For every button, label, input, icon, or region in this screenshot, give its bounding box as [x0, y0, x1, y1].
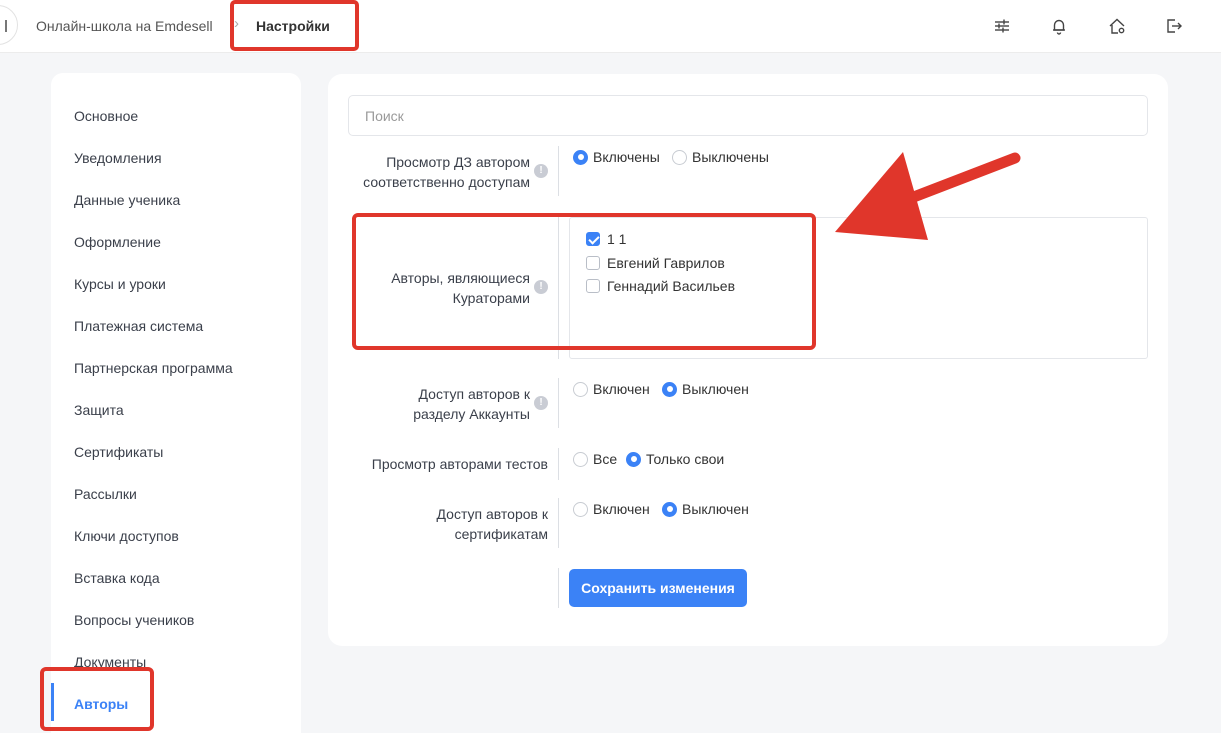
sidebar-item-basic[interactable]: Основное — [74, 108, 138, 124]
option-label: Выключены — [692, 149, 769, 165]
certificates-access-option-on[interactable]: Включен — [573, 501, 650, 517]
sidebar-item-payments[interactable]: Платежная система — [74, 318, 203, 334]
save-button[interactable]: Сохранить изменения — [569, 569, 747, 607]
sidebar-item-student-questions[interactable]: Вопросы учеников — [74, 612, 194, 628]
accounts-access-label: Доступ авторов к разделу Аккаунты — [413, 386, 530, 422]
sidebar-item-courses[interactable]: Курсы и уроки — [74, 276, 166, 292]
divider — [558, 448, 559, 480]
radio-selected[interactable] — [662, 501, 677, 517]
menu-toggle-button[interactable] — [0, 5, 18, 45]
search-input[interactable] — [348, 95, 1148, 136]
radio-selected[interactable] — [662, 381, 677, 397]
radio-unselected[interactable] — [672, 149, 687, 165]
hw-view-option-on[interactable]: Включены — [573, 149, 660, 165]
sidebar-item-affiliate[interactable]: Партнерская программа — [74, 360, 233, 376]
sidebar-item-code-insert[interactable]: Вставка кода — [74, 570, 160, 586]
divider — [558, 146, 559, 196]
accounts-access-option-on[interactable]: Включен — [573, 381, 650, 397]
sidebar-item-protection[interactable]: Защита — [74, 402, 124, 418]
radio-unselected[interactable] — [573, 381, 588, 397]
option-label: Только свои — [646, 451, 725, 467]
sidebar-item-notifications[interactable]: Уведомления — [74, 150, 162, 166]
option-label: Включен — [593, 381, 650, 397]
tests-view-option-all[interactable]: Все — [573, 451, 617, 467]
radio-unselected[interactable] — [573, 501, 588, 517]
breadcrumb-root[interactable]: Онлайн-школа на Emdesell — [36, 18, 213, 34]
sidebar-item-certificates[interactable]: Сертификаты — [74, 444, 163, 460]
sidebar-item-mailings[interactable]: Рассылки — [74, 486, 137, 502]
hw-view-option-off[interactable]: Выключены — [672, 149, 769, 165]
bell-icon[interactable] — [1049, 16, 1069, 36]
settings-sliders-icon[interactable] — [992, 16, 1012, 36]
radio-selected[interactable] — [626, 451, 641, 467]
divider — [558, 498, 559, 548]
certificates-access-option-off[interactable]: Выключен — [662, 501, 749, 517]
tests-view-label: Просмотр авторами тестов — [371, 456, 548, 472]
authors-highlight-frame — [40, 667, 154, 731]
home-settings-icon[interactable] — [1107, 16, 1127, 36]
settings-sidebar: Основное Уведомления Данные ученика Офор… — [51, 73, 301, 733]
option-label: Все — [593, 451, 618, 467]
hw-view-label: Просмотр ДЗ автором соответственно досту… — [363, 154, 530, 190]
option-label: Включены — [593, 149, 660, 165]
title-highlight-frame — [230, 0, 359, 51]
option-label: Выключен — [682, 381, 749, 397]
sidebar-item-design[interactable]: Оформление — [74, 234, 161, 250]
logout-icon[interactable] — [1164, 16, 1184, 36]
curators-highlight-frame — [352, 213, 816, 350]
accounts-access-option-off[interactable]: Выключен — [662, 381, 749, 397]
divider — [558, 568, 559, 608]
certificates-access-label: Доступ авторов к сертификатам — [436, 506, 548, 542]
option-label: Включен — [593, 501, 650, 517]
sidebar-item-access-keys[interactable]: Ключи доступов — [74, 528, 179, 544]
divider — [558, 378, 559, 428]
radio-selected[interactable] — [573, 149, 588, 165]
sidebar-item-student-data[interactable]: Данные ученика — [74, 192, 180, 208]
option-label: Выключен — [682, 501, 749, 517]
top-bar: Онлайн-школа на Emdesell › Настройки — [0, 0, 1221, 53]
radio-unselected[interactable] — [573, 451, 588, 467]
accounts-access-info-icon[interactable]: ! — [534, 396, 548, 410]
hw-view-info-icon[interactable]: ! — [534, 164, 548, 178]
tests-view-option-own[interactable]: Только свои — [626, 451, 724, 467]
